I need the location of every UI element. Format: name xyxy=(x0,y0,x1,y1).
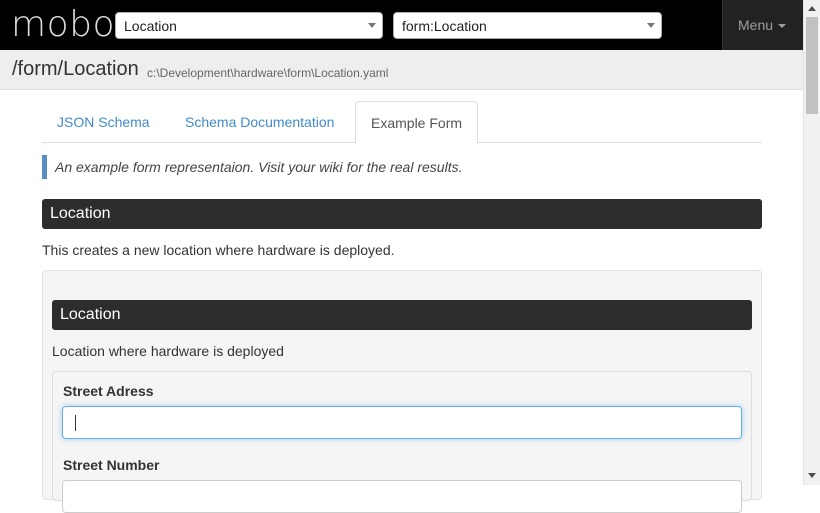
caret-down-icon xyxy=(778,24,787,29)
vertical-scrollbar[interactable] xyxy=(803,0,820,485)
info-note: An example form representaion. Visit you… xyxy=(42,155,762,179)
top-navbar: mobo Location form:Location Menu xyxy=(0,0,803,50)
chevron-down-icon xyxy=(368,23,376,28)
form-description: This creates a new location where hardwa… xyxy=(42,242,395,258)
form-select-value: form:Location xyxy=(402,18,487,34)
path-header: /form/Location c:\Development\hardware\f… xyxy=(0,50,803,90)
type-select-value: Location xyxy=(124,18,177,34)
page-title: /form/Location xyxy=(12,58,139,80)
app-logo[interactable]: mobo xyxy=(11,4,115,46)
street-number-label: Street Number xyxy=(63,457,160,473)
file-path: c:\Development\hardware\form\Location.ya… xyxy=(147,66,389,80)
tab-example-form[interactable]: Example Form xyxy=(355,101,479,144)
type-select[interactable]: Location xyxy=(115,12,383,39)
section-description: Location where hardware is deployed xyxy=(52,343,284,359)
tab-json-schema[interactable]: JSON Schema xyxy=(42,101,165,143)
tab-bar: JSON Schema Schema Documentation Example… xyxy=(42,101,762,144)
menu-button[interactable]: Menu xyxy=(722,0,803,50)
chevron-down-icon xyxy=(647,23,655,28)
scroll-up-arrow-icon[interactable] xyxy=(808,6,816,11)
scroll-down-arrow-icon[interactable] xyxy=(808,473,816,478)
scrollbar-thumb[interactable] xyxy=(806,17,818,114)
form-title: Location xyxy=(42,199,762,229)
street-address-input[interactable] xyxy=(62,406,742,439)
menu-label: Menu xyxy=(738,17,774,33)
street-address-label: Street Adress xyxy=(63,383,154,399)
text-cursor xyxy=(75,415,76,431)
tab-schema-documentation[interactable]: Schema Documentation xyxy=(170,101,349,143)
form-select[interactable]: form:Location xyxy=(393,12,662,39)
section-title: Location xyxy=(52,300,752,330)
